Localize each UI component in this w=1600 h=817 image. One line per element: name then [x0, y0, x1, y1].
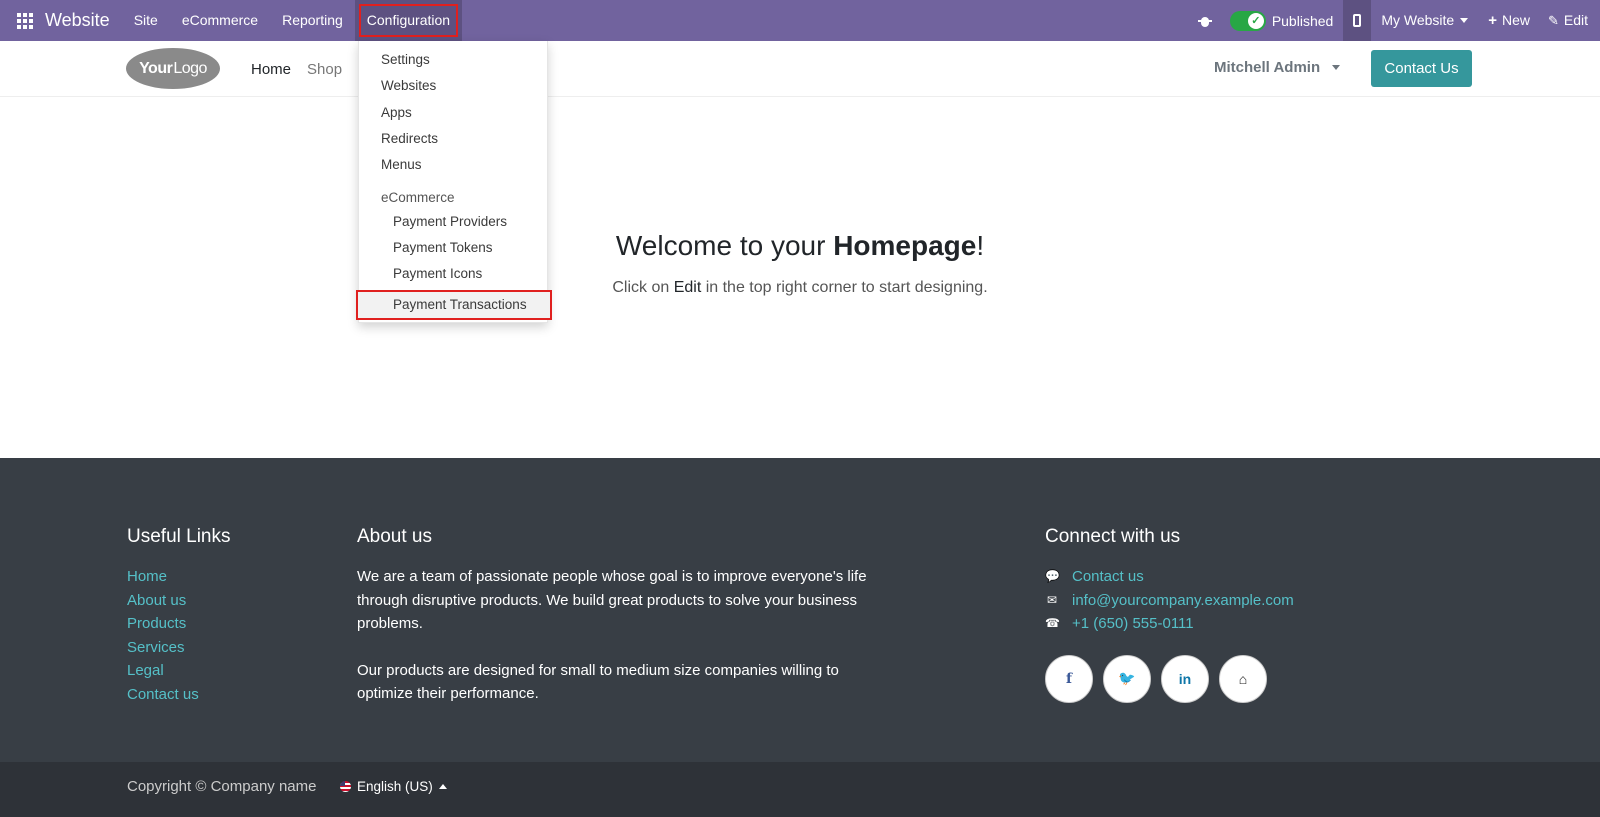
- plus-icon: +: [1488, 12, 1497, 29]
- connect-phone-link[interactable]: +1 (650) 555-0111: [1072, 612, 1194, 636]
- menu-reporting[interactable]: Reporting: [270, 0, 355, 41]
- pencil-icon: ✎: [1547, 13, 1559, 28]
- debug-bug-icon[interactable]: [1197, 14, 1212, 28]
- caret-up-icon: [438, 784, 447, 789]
- contact-us-button[interactable]: Contact Us: [1371, 50, 1472, 87]
- footer-connect: Connect with us 💬 Contact us ✉ info@yourco…: [1045, 526, 1294, 703]
- about-title: About us: [357, 526, 432, 547]
- edit-button-label: Edit: [1563, 12, 1588, 28]
- sub-post: in the top right corner to start designi…: [701, 279, 988, 296]
- admin-menu: Site eCommerce Reporting Configuration: [122, 0, 463, 41]
- footer-link-products[interactable]: Products: [127, 612, 231, 636]
- dropdown-item-menus[interactable]: Menus: [381, 157, 422, 172]
- dropdown-item-redirects[interactable]: Redirects: [381, 131, 438, 146]
- mobile-preview-button[interactable]: [1343, 0, 1372, 41]
- title-bold: Homepage: [833, 230, 977, 261]
- footer-useful-links: Useful Links Home About us Products Serv…: [127, 526, 231, 706]
- footer-link-home[interactable]: Home: [127, 565, 231, 589]
- twitter-icon[interactable]: 🐦: [1103, 654, 1151, 703]
- footer-link-contact[interactable]: Contact us: [127, 683, 231, 707]
- website-header: Your Logo Home Shop Mitchell Admin Contac…: [0, 41, 1600, 97]
- copyright-bar: Copyright © Company name English (US): [0, 762, 1600, 817]
- homepage-subtitle: Click on Edit in the top right corner to…: [0, 279, 1600, 297]
- mobile-icon: [1353, 14, 1362, 27]
- logo-text-logo: Logo: [173, 59, 207, 77]
- useful-links-title: Useful Links: [127, 526, 231, 547]
- admin-navbar: Website Site eCommerce Reporting Configu…: [0, 0, 1600, 41]
- connect-contact-link[interactable]: Contact us: [1072, 565, 1144, 589]
- caret-down-icon: [1460, 18, 1469, 23]
- footer-about: About us We are a team of passionate peo…: [357, 526, 897, 706]
- dropdown-item-payment-icons[interactable]: Payment Icons: [393, 266, 482, 281]
- configuration-dropdown: Settings Websites Apps Redirects Menus e…: [356, 41, 552, 323]
- new-button-label: New: [1501, 12, 1530, 28]
- dropdown-item-payment-providers[interactable]: Payment Providers: [393, 214, 507, 229]
- app-brand[interactable]: Website: [45, 10, 110, 31]
- linkedin-icon[interactable]: in: [1161, 654, 1209, 703]
- dropdown-item-payment-transactions[interactable]: Payment Transactions: [393, 297, 527, 312]
- dropdown-item-apps[interactable]: Apps: [381, 105, 412, 120]
- user-name: Mitchell Admin: [1214, 59, 1321, 76]
- website-nav: Home Shop: [243, 41, 350, 97]
- edit-button[interactable]: ✎ Edit: [1542, 0, 1600, 41]
- nav-home[interactable]: Home: [243, 61, 299, 78]
- facebook-icon[interactable]: f: [1045, 654, 1093, 703]
- language-label: English (US): [357, 779, 433, 794]
- dropdown-item-payment-tokens[interactable]: Payment Tokens: [393, 240, 493, 255]
- caret-down-icon: [1332, 65, 1341, 70]
- website-selector-label: My Website: [1381, 12, 1455, 28]
- check-icon: ✓: [1247, 12, 1264, 29]
- dropdown-item-settings[interactable]: Settings: [381, 52, 430, 67]
- language-selector[interactable]: English (US): [340, 779, 447, 794]
- us-flag-icon: [340, 781, 351, 792]
- admin-actions: ✓ Published My Website + New ✎ Edit: [1197, 0, 1600, 41]
- about-paragraph-2: Our products are designed for small to m…: [357, 661, 839, 703]
- connect-email-link[interactable]: info@yourcompany.example.com: [1072, 589, 1294, 613]
- connect-title: Connect with us: [1045, 526, 1181, 547]
- dropdown-section-ecommerce: eCommerce: [381, 190, 455, 205]
- published-label: Published: [1271, 12, 1334, 29]
- home-icon[interactable]: ⌂: [1219, 654, 1267, 703]
- about-paragraph-1: We are a team of passionate people whose…: [357, 568, 867, 632]
- social-links: f 🐦 in ⌂: [1045, 654, 1294, 703]
- footer-link-about[interactable]: About us: [127, 589, 231, 613]
- user-menu[interactable]: Mitchell Admin: [1214, 59, 1341, 76]
- new-button[interactable]: + New: [1482, 0, 1542, 41]
- footer-link-services[interactable]: Services: [127, 636, 231, 660]
- homepage-title: Welcome to your Homepage!: [0, 230, 1600, 262]
- apps-menu-icon[interactable]: [17, 12, 33, 29]
- footer-link-legal[interactable]: Legal: [127, 659, 231, 683]
- dropdown-item-websites[interactable]: Websites: [381, 78, 436, 93]
- nav-shop[interactable]: Shop: [299, 61, 350, 78]
- logo-text-your: Your: [139, 59, 173, 77]
- company-logo[interactable]: Your Logo: [126, 48, 220, 89]
- publish-toggle[interactable]: ✓: [1229, 10, 1266, 31]
- copyright-text: Copyright © Company name: [127, 778, 317, 795]
- menu-ecommerce[interactable]: eCommerce: [170, 0, 270, 41]
- comment-icon: 💬: [1045, 569, 1060, 583]
- sub-pre: Click on: [612, 279, 674, 296]
- sub-bold: Edit: [673, 279, 702, 296]
- title-pre: Welcome to your: [615, 230, 834, 261]
- footer: Useful Links Home About us Products Serv…: [0, 458, 1600, 762]
- website-selector[interactable]: My Website: [1371, 0, 1482, 41]
- envelope-icon: ✉: [1046, 592, 1058, 607]
- title-post: !: [976, 230, 985, 261]
- phone-icon: ☎: [1045, 616, 1060, 630]
- menu-site[interactable]: Site: [122, 0, 170, 41]
- menu-configuration[interactable]: Configuration: [354, 0, 463, 41]
